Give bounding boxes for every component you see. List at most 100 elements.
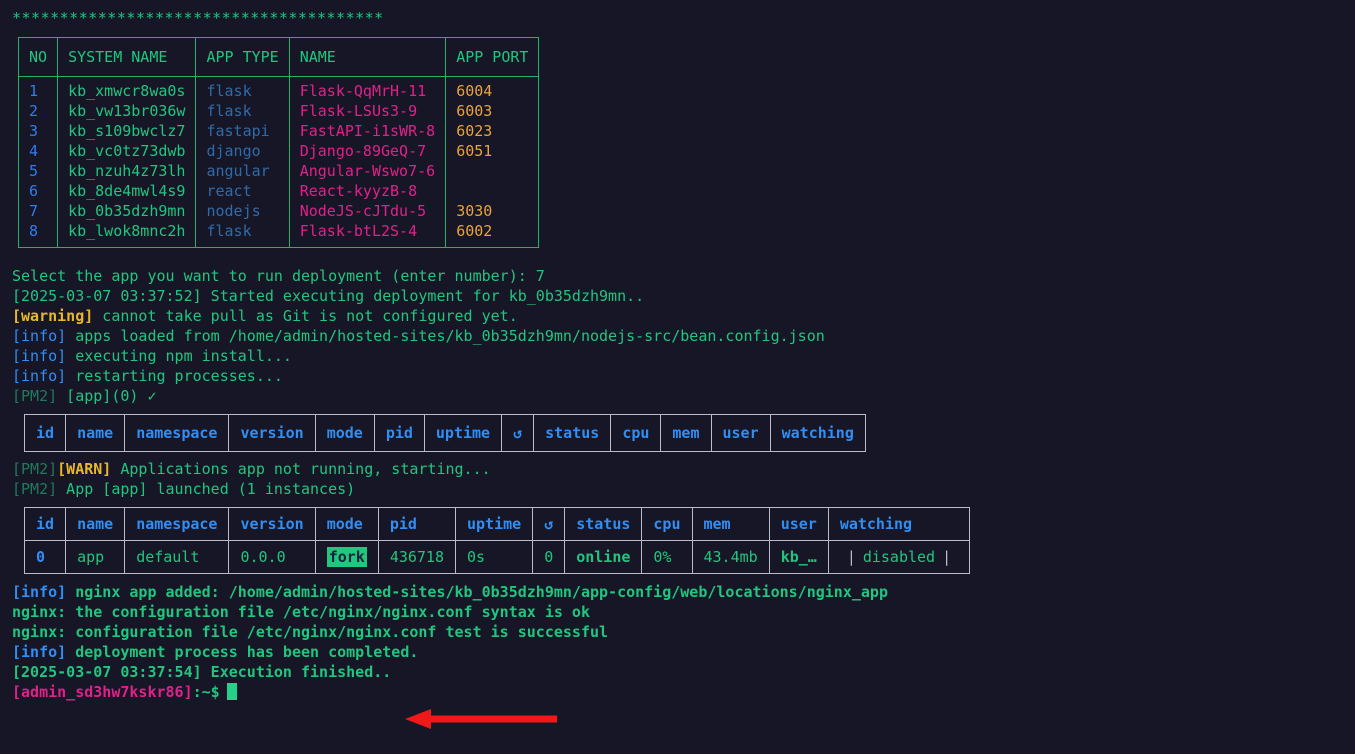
cell-app-port: 6002 bbox=[445, 221, 540, 248]
info-tag: [info] bbox=[12, 583, 67, 601]
table-row: 6 kb_8de4mwl4s9 react React-kyyzB-8 bbox=[17, 181, 540, 201]
pm2-col-user: user bbox=[768, 507, 829, 541]
pm2-col-uptime: uptime bbox=[454, 507, 534, 541]
started-message: Started executing deployment for kb_0b35… bbox=[201, 287, 645, 305]
log-line-apps-loaded: [info] apps loaded from /home/admin/host… bbox=[12, 326, 1343, 346]
select-app-question: Select the app you want to run deploymen… bbox=[12, 267, 536, 285]
left-arrow-icon bbox=[405, 709, 557, 729]
pm2-col-status: status bbox=[564, 507, 643, 541]
watch-separator-left: | bbox=[846, 548, 856, 566]
apps-col-no: NO bbox=[17, 37, 59, 77]
apps-col-app-port: APP PORT bbox=[445, 37, 540, 77]
log-line-npm-install: [info] executing npm install... bbox=[12, 346, 1343, 366]
pm2-col-uptime: uptime bbox=[423, 414, 503, 452]
table-row: 4 kb_vc0tz73dwb django Django-89GeQ-7 60… bbox=[17, 141, 540, 161]
cell-app-type: flask bbox=[195, 76, 290, 101]
apps-col-app-type: APP TYPE bbox=[195, 37, 290, 77]
info-tag: [info] bbox=[12, 367, 67, 385]
table-row: 2 kb_vw13br036w flask Flask-LSUs3-9 6003 bbox=[17, 101, 540, 121]
pm2-col-namespace: namespace bbox=[124, 507, 230, 541]
pm2-col-user: user bbox=[710, 414, 771, 452]
pm2-col-watching: watching bbox=[827, 507, 971, 541]
table-row: 7 kb_0b35dzh9mn nodejs NodeJS-cJTdu-5 30… bbox=[17, 201, 540, 221]
select-app-prompt-line: Select the app you want to run deploymen… bbox=[12, 266, 1343, 286]
log-line-nginx-syntax: nginx: the configuration file /etc/nginx… bbox=[12, 603, 590, 621]
cell-system-name: kb_8de4mwl4s9 bbox=[57, 181, 197, 201]
table-row: 1 kb_xmwcr8wa0s flask Flask-QqMrH-11 600… bbox=[17, 76, 540, 101]
cell-no: 7 bbox=[17, 201, 59, 221]
cell-name: Flask-QqMrH-11 bbox=[288, 76, 447, 101]
cell-system-name: kb_vw13br036w bbox=[57, 101, 197, 121]
finished-timestamp: [2025-03-07 03:37:54] bbox=[12, 663, 202, 681]
cell-no: 2 bbox=[17, 101, 59, 121]
pm2-cell-restarts: 0 bbox=[532, 540, 566, 574]
pm2-cell-cpu: 0% bbox=[641, 540, 693, 574]
pm2-tag: [PM2] bbox=[12, 460, 58, 478]
pm2-col-mode: mode bbox=[314, 507, 379, 541]
started-timestamp: [2025-03-07 03:37:52] bbox=[12, 287, 202, 305]
pm2-col-namespace: namespace bbox=[124, 414, 230, 452]
table-row: 8 kb_lwok8mnc2h flask Flask-btL2S-4 6002 bbox=[17, 221, 540, 248]
cell-name: Angular-Wswo7-6 bbox=[288, 161, 447, 181]
cell-system-name: kb_nzuh4z73lh bbox=[57, 161, 197, 181]
cell-app-type: angular bbox=[195, 161, 290, 181]
pm2-cell-name: app bbox=[65, 540, 126, 574]
cell-app-type: react bbox=[195, 181, 290, 201]
pm2-cell-uptime: 0s bbox=[454, 540, 534, 574]
pm2-col-mem: mem bbox=[660, 414, 712, 452]
apps-col-name: NAME bbox=[288, 37, 447, 77]
cell-name: Django-89GeQ-7 bbox=[288, 141, 447, 161]
cell-app-port: 3030 bbox=[445, 201, 540, 221]
cell-name: FastAPI-i1sWR-8 bbox=[288, 121, 447, 141]
cell-app-type: nodejs bbox=[195, 201, 290, 221]
mode-badge: fork bbox=[326, 547, 367, 567]
log-block-middle: [PM2][WARN] Applications app not running… bbox=[12, 459, 1343, 499]
pm2-warn-message: Applications app not running, starting..… bbox=[111, 460, 491, 478]
pm2-col-mem: mem bbox=[691, 507, 770, 541]
log-line-restarting: [info] restarting processes... bbox=[12, 366, 1343, 386]
terminal-cursor bbox=[226, 683, 237, 700]
cell-app-type: fastapi bbox=[195, 121, 290, 141]
restarting-message: restarting processes... bbox=[66, 367, 283, 385]
cell-no: 4 bbox=[17, 141, 59, 161]
apps-table: NO SYSTEM NAME APP TYPE NAME APP PORT 1 … bbox=[17, 37, 540, 248]
cell-app-port: 6004 bbox=[445, 76, 540, 101]
pm2-col-name: name bbox=[65, 414, 126, 452]
warn-tag: [WARN] bbox=[57, 460, 112, 478]
info-tag: [info] bbox=[12, 643, 67, 661]
pm2-col-watching: watching bbox=[769, 414, 866, 452]
cell-no: 3 bbox=[17, 121, 59, 141]
pm2-col-version: version bbox=[228, 507, 316, 541]
pm2-empty-header-row: id name namespace version mode pid uptim… bbox=[23, 414, 866, 452]
pm2-tag: [PM2] bbox=[12, 387, 58, 405]
shell-prompt-line[interactable]: [admin_sd3hw7kskr86]:~$ bbox=[12, 682, 1343, 702]
pm2-col-mode: mode bbox=[314, 414, 375, 452]
watch-separator-right: | bbox=[942, 548, 952, 566]
table-row: 0 app default 0.0.0 fork 436718 0s 0 onl… bbox=[23, 540, 971, 574]
pm2-cell-namespace: default bbox=[124, 540, 230, 574]
cell-system-name: kb_0b35dzh9mn bbox=[57, 201, 197, 221]
shell-prompt-suffix: :~$ bbox=[192, 683, 220, 701]
pm2-cell-mem: 43.4mb bbox=[691, 540, 770, 574]
cell-system-name: kb_xmwcr8wa0s bbox=[57, 76, 197, 101]
apps-table-header-row: NO SYSTEM NAME APP TYPE NAME APP PORT bbox=[17, 37, 540, 77]
pm2-col-cpu: cpu bbox=[610, 414, 662, 452]
log-line-execution-finished: [2025-03-07 03:37:54] Execution finished… bbox=[12, 662, 1343, 682]
deployment-completed-message: deployment process has been completed. bbox=[66, 643, 419, 661]
pm2-tag: [PM2] bbox=[12, 480, 58, 498]
select-app-answer: 7 bbox=[535, 267, 545, 285]
cell-no: 1 bbox=[17, 76, 59, 101]
terminal-window: *************************************** … bbox=[0, 0, 1343, 746]
log-line-pm2-launched: [PM2] App [app] launched (1 instances) bbox=[12, 479, 1343, 499]
pm2-cell-version: 0.0.0 bbox=[228, 540, 316, 574]
log-line-deployment-completed: [info] deployment process has been compl… bbox=[12, 642, 1343, 662]
warning-tag: [warning] bbox=[12, 307, 94, 325]
table-row: 5 kb_nzuh4z73lh angular Angular-Wswo7-6 bbox=[17, 161, 540, 181]
log-line-started: [2025-03-07 03:37:52] Started executing … bbox=[12, 286, 1343, 306]
log-line-nginx-added: [info] nginx app added: /home/admin/host… bbox=[12, 582, 1343, 602]
cell-no: 6 bbox=[17, 181, 59, 201]
pm2-table-body: 0 app default 0.0.0 fork 436718 0s 0 onl… bbox=[23, 540, 971, 574]
warning-message: cannot take pull as Git is not configure… bbox=[93, 307, 518, 325]
cell-app-type: flask bbox=[195, 221, 290, 248]
cell-name: React-kyyzB-8 bbox=[288, 181, 447, 201]
